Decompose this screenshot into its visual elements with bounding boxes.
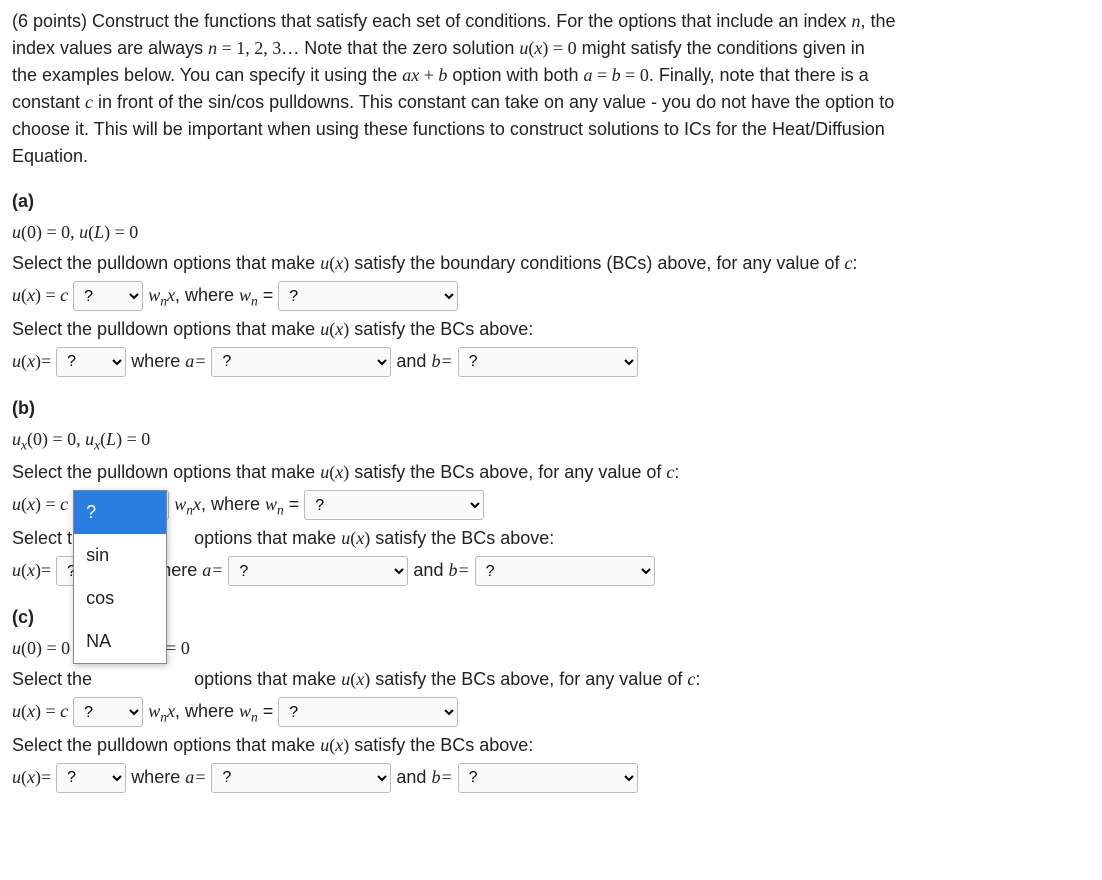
prompt-text: Select the pulldown options that make [12,735,320,755]
where-text: , where [201,494,265,514]
here-a-text: here [161,560,202,580]
math-ux0: u(x) = 0 [519,38,576,58]
where-text: , where [175,701,239,721]
part-a-bc: u(0) = 0, u(L) = 0 [12,222,138,242]
c-wn-select[interactable]: ? [278,697,458,727]
where-text: where [131,350,185,370]
a-eq: a= [202,560,223,580]
math-wn: wn [239,285,258,305]
math-axb: ax + b [402,65,447,85]
b-a-select[interactable]: ? [228,556,408,586]
intro-text: (6 points) Construct the functions that … [12,11,851,31]
math-uxc: u(x) = c [12,285,68,305]
a-form-select[interactable]: ? [56,347,126,377]
math-wn: wn [265,494,284,514]
c-b-select[interactable]: ? [458,763,638,793]
prompt-text: Select the pulldown options that make [12,319,320,339]
math-wnx: wnx [174,494,201,514]
part-c: (c) u(0) = 0 = 0 Select the options that… [12,604,1094,793]
eq-text: = [258,285,279,305]
colon: : [674,462,679,482]
b-eq: b= [431,766,452,786]
intro-text: constant [12,92,85,112]
b-b-select[interactable]: ? [475,556,655,586]
a-trig-select[interactable]: ? [73,281,143,311]
part-c-bc-right: = 0 [166,638,190,658]
c-a-select[interactable]: ? [211,763,391,793]
b-eq: b= [448,560,469,580]
options-that-make: options that make [194,528,341,548]
intro-text: the examples below. You can specify it u… [12,65,402,85]
intro-text: . Finally, note that there is a [649,65,869,85]
a-eq: a= [185,766,206,786]
math-ux: u(x) [320,253,349,273]
colon: : [695,669,700,689]
part-a: (a) u(0) = 0, u(L) = 0 Select the pulldo… [12,188,1094,377]
b-trig-select-open[interactable]: ? sin cos NA [73,490,169,520]
intro-paragraph: (6 points) Construct the functions that … [12,8,1094,170]
prompt-text: satisfy the BCs above: [349,735,533,755]
math-ab0: a = b = 0 [584,65,649,85]
math-ux: u(x) [320,735,349,755]
part-b-label: (b) [12,398,35,418]
dropdown-option-sin[interactable]: sin [74,534,166,577]
math-ux: u(x) [320,462,349,482]
prompt-text: satisfy the BCs above, for any value of [349,462,666,482]
math-uxeq: u(x)= [12,350,51,370]
b-wn-select[interactable]: ? [304,490,484,520]
math-wnx: wnx [148,285,175,305]
prompt-text: Select the pulldown options that make [12,462,320,482]
colon: : [852,253,857,273]
prompt-text: satisfy the BCs above, for any value of [370,669,687,689]
and-text: and [413,560,448,580]
part-a-label: (a) [12,191,34,211]
options-that-make: options that make [194,669,341,689]
where-text: , where [175,285,239,305]
prompt-text: satisfy the boundary conditions (BCs) ab… [349,253,844,273]
intro-text: , the [860,11,895,31]
part-b-bc: ux(0) = 0, ux(L) = 0 [12,429,150,449]
dropdown-option-na[interactable]: NA [74,620,166,663]
math-wn: wn [239,701,258,721]
a-b-select[interactable]: ? [458,347,638,377]
eq-text: = [258,701,279,721]
math-wnx: wnx [148,701,175,721]
a-wn-select[interactable]: ? [278,281,458,311]
dropdown-option-placeholder[interactable]: ? [74,491,166,534]
var-c: c [85,92,93,112]
where-text: where [131,766,185,786]
a-eq: a= [185,350,206,370]
a-a-select[interactable]: ? [211,347,391,377]
math-uxc: u(x) = c [12,701,68,721]
c-trig-select[interactable]: ? [73,697,143,727]
math-uxc: u(x) = c [12,494,68,514]
and-text: and [396,350,431,370]
part-c-bc-left: u(0) = 0 [12,638,70,658]
c-form-select[interactable]: ? [56,763,126,793]
math-ux: u(x) [341,528,370,548]
dropdown-list[interactable]: ? sin cos NA [73,490,167,664]
math-neq: n = 1, 2, 3… [208,38,299,58]
intro-text: in front of the sin/cos pulldowns. This … [93,92,894,112]
intro-text: index values are always [12,38,208,58]
dropdown-option-cos[interactable]: cos [74,577,166,620]
math-uxeq: u(x)= [12,766,51,786]
math-ux: u(x) [320,319,349,339]
select-the-text: Select the [12,669,92,689]
part-b: (b) ux(0) = 0, ux(L) = 0 Select the pull… [12,395,1094,586]
prompt-text: satisfy the BCs above: [349,319,533,339]
intro-text: choose it. This will be important when u… [12,119,885,139]
prompt-text: Select the pulldown options that make [12,253,320,273]
and-text: and [396,766,431,786]
intro-text: Note that the zero solution [304,38,519,58]
math-uxeq: u(x)= [12,560,51,580]
intro-text: Equation. [12,146,88,166]
part-c-label: (c) [12,607,34,627]
math-ux: u(x) [341,669,370,689]
prompt-text: satisfy the BCs above: [370,528,554,548]
intro-text: option with both [447,65,583,85]
b-eq: b= [431,350,452,370]
eq-text: = [284,494,305,514]
intro-text: might satisfy the conditions given in [577,38,865,58]
